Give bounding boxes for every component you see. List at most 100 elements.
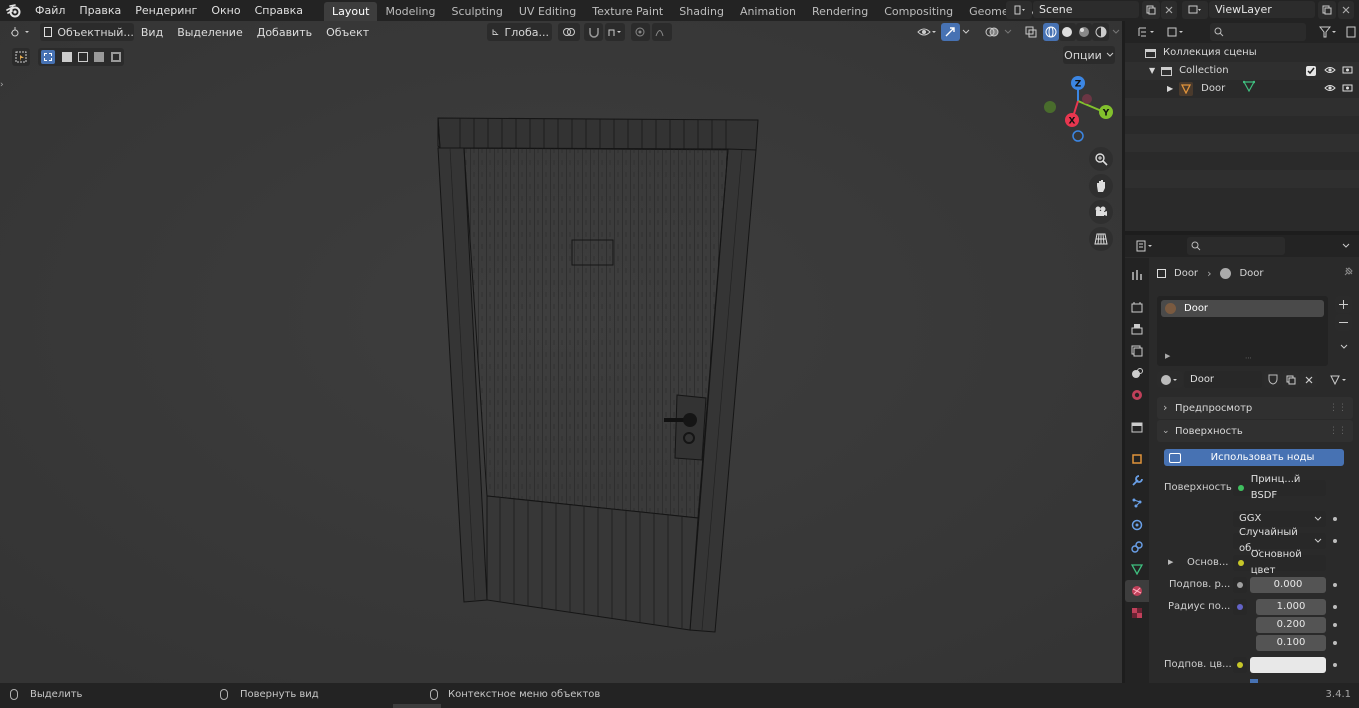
base-color-expand-icon[interactable]: ▶	[1168, 558, 1173, 566]
particles-tab-icon[interactable]	[1125, 492, 1149, 514]
collection-exclude-checkbox[interactable]	[1306, 66, 1316, 76]
modifier-wrench-icon[interactable]	[1125, 470, 1149, 492]
menu-view[interactable]: Вид	[134, 26, 170, 39]
select-invert-icon[interactable]	[94, 52, 105, 62]
pin-icon[interactable]	[1343, 266, 1353, 280]
properties-editor-type-icon[interactable]	[1133, 237, 1159, 255]
material-slot-list[interactable]: Door ▶ ⋯	[1157, 296, 1328, 366]
filter-icon[interactable]	[1316, 23, 1341, 41]
pan-hand-icon[interactable]	[1089, 173, 1113, 198]
select-subtract-icon[interactable]	[77, 52, 88, 62]
keyframe-dot-icon[interactable]	[1333, 539, 1337, 543]
menu-window[interactable]: Окно	[204, 0, 247, 21]
tab-texture-paint[interactable]: Texture Paint	[584, 2, 671, 21]
tab-layout[interactable]: Layout	[324, 2, 378, 21]
output-tab-icon[interactable]	[1125, 318, 1149, 340]
delete-viewlayer-icon[interactable]	[1338, 1, 1354, 19]
remove-slot-button[interactable]	[1335, 314, 1352, 331]
keyframe-dot-icon[interactable]	[1333, 517, 1337, 521]
slot-specials-dropdown-icon[interactable]	[1335, 338, 1352, 355]
tab-animation[interactable]: Animation	[732, 2, 804, 21]
viewlayer-name-field[interactable]: ViewLayer	[1209, 1, 1315, 18]
overlays-icon[interactable]	[983, 23, 1002, 41]
scene-name-field[interactable]: Scene	[1033, 1, 1139, 18]
keyframe-dot-icon[interactable]	[1333, 583, 1337, 587]
view-layer-tab-icon[interactable]	[1125, 340, 1149, 362]
tab-compositing[interactable]: Compositing	[876, 2, 961, 21]
outliner-row-scene-collection[interactable]: Коллекция сцены	[1125, 44, 1359, 62]
collection-expand-icon[interactable]: ▼	[1149, 62, 1155, 80]
properties-options-dropdown-icon[interactable]	[1337, 237, 1355, 255]
subsurface-value-field[interactable]: 0.000	[1250, 577, 1326, 593]
duplicate-material-icon[interactable]	[1282, 371, 1299, 388]
mesh-data-icon[interactable]	[1243, 80, 1256, 98]
world-tab-icon[interactable]	[1125, 384, 1149, 406]
scene-browse-button[interactable]	[1006, 1, 1032, 19]
proportional-edit-icon[interactable]	[631, 23, 650, 41]
navigation-gizmo[interactable]: Z Y X	[1038, 72, 1118, 146]
viewlayer-browse-button[interactable]	[1182, 1, 1208, 19]
tool-settings-toggle-icon[interactable]	[12, 48, 30, 66]
slot-list-resize-handle[interactable]: ⋯	[1245, 354, 1253, 362]
select-intersect-icon[interactable]	[110, 52, 121, 62]
material-name-field[interactable]: Door	[1184, 371, 1262, 388]
outliner-search-input[interactable]	[1209, 23, 1306, 41]
drag-handle-icon[interactable]: ⋮⋮	[1329, 420, 1347, 442]
unlink-material-icon[interactable]	[1300, 371, 1317, 388]
object-tab-icon[interactable]	[1125, 448, 1149, 470]
shading-dropdown-icon[interactable]	[1109, 23, 1122, 41]
outliner-row-door[interactable]: ▶ Door	[1125, 80, 1359, 98]
vector-socket-icon[interactable]	[1233, 599, 1247, 615]
browse-material-button[interactable]	[1157, 371, 1183, 388]
xray-toggle-icon[interactable]	[1022, 23, 1041, 41]
add-slot-button[interactable]	[1335, 296, 1352, 313]
delete-scene-icon[interactable]	[1161, 1, 1177, 19]
scene-tab-icon[interactable]	[1125, 362, 1149, 384]
door-wireframe-model[interactable]	[430, 110, 770, 640]
fake-user-shield-icon[interactable]	[1264, 371, 1281, 388]
float-socket-icon[interactable]	[1233, 577, 1247, 593]
options-dropdown[interactable]: Опции	[1063, 46, 1115, 64]
preview-panel-header[interactable]: › Предпросмотр ⋮⋮	[1157, 397, 1353, 419]
object-data-tab-icon[interactable]	[1125, 558, 1149, 580]
use-nodes-button[interactable]: Использовать ноды	[1164, 449, 1344, 466]
select-extend-icon[interactable]	[61, 52, 72, 62]
snap-target-icon[interactable]	[604, 23, 626, 41]
outliner-collapse-icon[interactable]	[1351, 81, 1355, 95]
collection-tab-icon[interactable]	[1125, 416, 1149, 438]
radius-z-field[interactable]: 0.100	[1256, 635, 1326, 651]
material-slot-row[interactable]: Door	[1161, 300, 1324, 317]
surface-panel-header[interactable]: ⌄ Поверхность ⋮⋮	[1157, 420, 1353, 442]
render-tab-icon[interactable]	[1125, 296, 1149, 318]
tab-modeling[interactable]: Modeling	[377, 2, 443, 21]
mode-selector[interactable]: Объектный...	[39, 23, 134, 41]
subsurface-color-swatch[interactable]	[1250, 657, 1326, 673]
radius-y-field[interactable]: 0.200	[1256, 617, 1326, 633]
menu-select[interactable]: Выделение	[170, 26, 250, 39]
radius-x-field[interactable]: 1.000	[1256, 599, 1326, 615]
shading-solid-icon[interactable]	[1059, 23, 1076, 41]
toolbar-expand-icon[interactable]: ›	[0, 80, 6, 90]
slot-list-expand-icon[interactable]: ▶	[1165, 352, 1170, 360]
tab-rendering[interactable]: Rendering	[804, 2, 876, 21]
eye-icon[interactable]	[1324, 80, 1336, 98]
editor-type-icon[interactable]	[8, 23, 34, 41]
surface-shader-selector[interactable]: Принц...й BSDF	[1233, 474, 1326, 501]
display-mode-icon[interactable]	[1164, 23, 1189, 41]
eye-icon[interactable]	[1324, 62, 1336, 80]
material-tab-icon[interactable]	[1125, 580, 1149, 602]
snap-toggle-icon[interactable]	[584, 23, 603, 41]
gizmo-toggle-icon[interactable]	[941, 23, 960, 41]
shading-rendered-icon[interactable]	[1092, 23, 1110, 41]
menu-add[interactable]: Добавить	[250, 26, 319, 39]
menu-edit[interactable]: Правка	[72, 0, 128, 21]
visibility-selector-icon[interactable]	[915, 23, 939, 41]
select-new-icon[interactable]	[41, 50, 56, 64]
menu-object[interactable]: Объект	[319, 26, 376, 39]
outliner-row-collection[interactable]: ▼ Collection	[1125, 62, 1359, 80]
physics-tab-icon[interactable]	[1125, 514, 1149, 536]
tool-tab-icon[interactable]	[1125, 264, 1149, 286]
pivot-point-icon[interactable]	[558, 23, 581, 41]
new-scene-icon[interactable]	[1142, 1, 1160, 19]
keyframe-dot-icon[interactable]	[1333, 641, 1337, 645]
